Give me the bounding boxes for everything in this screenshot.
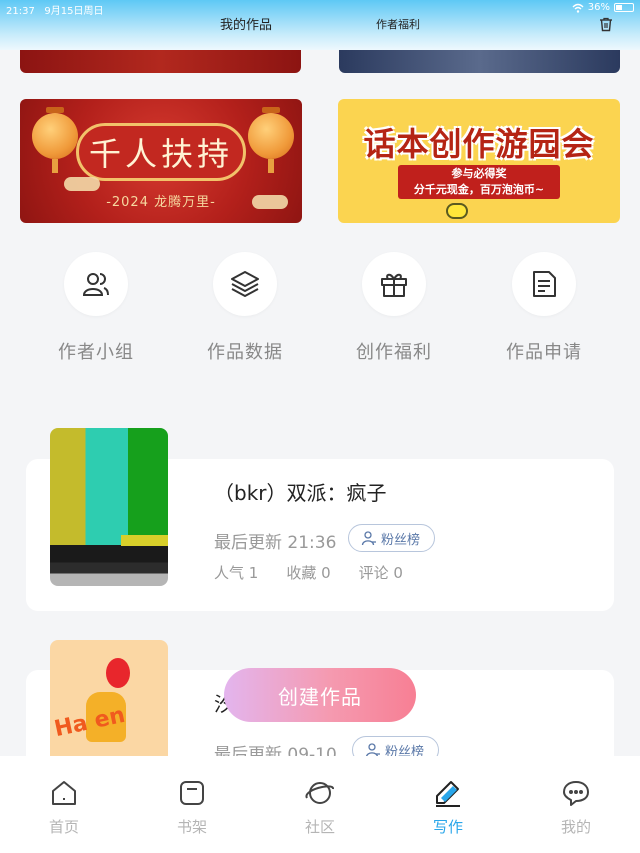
create-work-button[interactable]: 创建作品 <box>224 668 416 722</box>
wifi-icon <box>572 3 584 13</box>
balloon-icon <box>106 658 130 688</box>
fans-ranking-button[interactable]: 粉丝榜 <box>348 524 436 552</box>
stat-popularity: 人气 1 <box>214 564 259 582</box>
nav-item-write[interactable]: 写作 <box>384 756 512 853</box>
banner-yellow-line2: 分千元现金，百万泡泡币~ <box>413 183 545 196</box>
home-icon <box>52 781 76 805</box>
gift-icon <box>381 273 407 297</box>
bottom-nav: 首页 书架 社区 写作 我的 <box>0 756 640 853</box>
work-cover[interactable] <box>50 428 168 586</box>
shortcut-circle <box>213 252 277 316</box>
shortcut-work-application[interactable]: 作品申请 <box>489 252 599 364</box>
shortcut-label: 创作福利 <box>356 342 432 363</box>
shortcut-work-data[interactable]: 作品数据 <box>190 252 300 364</box>
banner-strip-right[interactable] <box>339 50 620 73</box>
battery-percent: 36% <box>587 2 610 13</box>
banner-strip-left[interactable] <box>20 50 301 73</box>
cloud-icon <box>252 195 288 209</box>
tab-author-benefits[interactable]: 作者福利 <box>376 16 420 32</box>
nav-label: 社区 <box>304 818 335 836</box>
stat-favorites: 收藏 0 <box>286 564 331 582</box>
nav-item-mine[interactable]: 我的 <box>512 756 640 853</box>
shortcut-label: 作品申请 <box>506 342 582 363</box>
banner-yellow-line1: 参与必得奖 <box>451 167 507 180</box>
layers-icon <box>231 271 259 297</box>
planet-icon <box>305 782 334 804</box>
work-update-time: 最后更新 21:36 <box>214 533 337 553</box>
nav-item-bookshelf[interactable]: 书架 <box>128 756 256 853</box>
work-title[interactable]: （bkr）双派：疯子 <box>214 477 387 506</box>
shortcut-author-group[interactable]: 作者小组 <box>41 252 151 364</box>
status-time-date: 21:37 9月15日周日 <box>6 2 103 17</box>
shortcut-label: 作品数据 <box>207 342 283 363</box>
shortcut-circle <box>64 252 128 316</box>
nav-item-community[interactable]: 社区 <box>256 756 384 853</box>
document-icon <box>533 271 556 297</box>
user-icon <box>361 531 376 546</box>
shortcut-creation-benefits[interactable]: 创作福利 <box>339 252 449 364</box>
shortcut-circle <box>512 252 576 316</box>
bookshelf-icon <box>180 781 204 805</box>
banner-red-badge: 千人扶持 <box>76 123 246 181</box>
status-right: 36% <box>572 2 634 13</box>
trash-icon[interactable] <box>598 16 614 32</box>
status-time: 21:37 <box>6 6 35 17</box>
mascot-icon <box>446 203 468 219</box>
stat-comments: 评论 0 <box>358 564 403 582</box>
nav-label: 首页 <box>48 818 79 836</box>
people-icon <box>82 273 109 296</box>
status-bar: 21:37 9月15日周日 36% <box>6 2 634 17</box>
banner-story-fair[interactable]: 话本创作游园会 参与必得奖 分千元现金，百万泡泡币~ <box>338 99 620 223</box>
banner-yellow-box: 参与必得奖 分千元现金，百万泡泡币~ <box>398 165 560 199</box>
status-date: 9月15日周日 <box>44 6 104 17</box>
banner-red-title: 千人扶持 <box>88 135 233 173</box>
lantern-left-icon <box>32 107 78 173</box>
shortcut-circle <box>362 252 426 316</box>
work-stats: 人气 1 收藏 0 评论 0 <box>214 562 403 583</box>
cloud-icon <box>64 177 100 191</box>
nav-label: 我的 <box>560 818 591 836</box>
shortcut-label: 作者小组 <box>58 342 134 363</box>
chat-icon <box>563 781 589 806</box>
banner-thousand-support[interactable]: 千人扶持 -2024 龙腾万里- <box>20 99 302 223</box>
tab-my-works[interactable]: 我的作品 <box>220 14 272 33</box>
lantern-right-icon <box>248 107 294 173</box>
nav-item-home[interactable]: 首页 <box>0 756 128 853</box>
fans-ranking-label: 粉丝榜 <box>381 532 421 548</box>
banner-yellow-title: 话本创作游园会 <box>363 125 595 163</box>
nav-label: 书架 <box>176 818 207 836</box>
pen-icon <box>436 781 460 807</box>
top-bar: 21:37 9月15日周日 36% 我的作品 作者福利 <box>0 0 640 50</box>
nav-label: 写作 <box>432 818 463 836</box>
battery-icon <box>614 3 634 12</box>
